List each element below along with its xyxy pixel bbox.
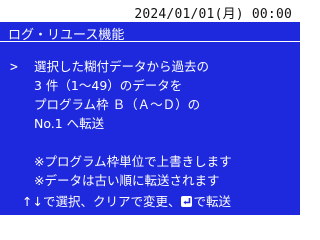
message-line-3[interactable]: プログラム枠 Ｂ（Ａ～Ｄ）の [34,97,200,112]
key-guide-select-change: ↑↓で選択、クリアで変更、 [22,194,181,209]
message-line-2[interactable]: 3 件（1～49）のデータを [34,78,182,93]
message-line-1: 選択した糊付データから過去の [34,59,210,74]
note-overwrite: ※プログラム枠単位で上書きします [34,154,232,169]
message-line-4[interactable]: No.1 へ転送 [34,116,104,131]
title-divider [0,41,300,42]
key-guide: ↑↓で選択、クリアで変更、 で転送 [22,194,231,209]
selection-cursor: > [10,60,18,75]
device-screen: 2024/01/01(月) 00:00 ログ・リユース機能 > 選択した糊付デー… [0,0,300,230]
key-guide-transfer: で転送 [193,194,231,209]
note-transfer-order: ※データは古い順に転送されます [34,173,220,188]
bottom-margin [0,215,300,230]
status-bar: 2024/01/01(月) 00:00 [0,0,300,22]
enter-key-icon [181,196,193,207]
datetime-display: 2024/01/01(月) 00:00 [134,7,292,22]
log-reuse-panel: ログ・リユース機能 > 選択した糊付データから過去の 3 件（1～49）のデータ… [0,22,300,215]
